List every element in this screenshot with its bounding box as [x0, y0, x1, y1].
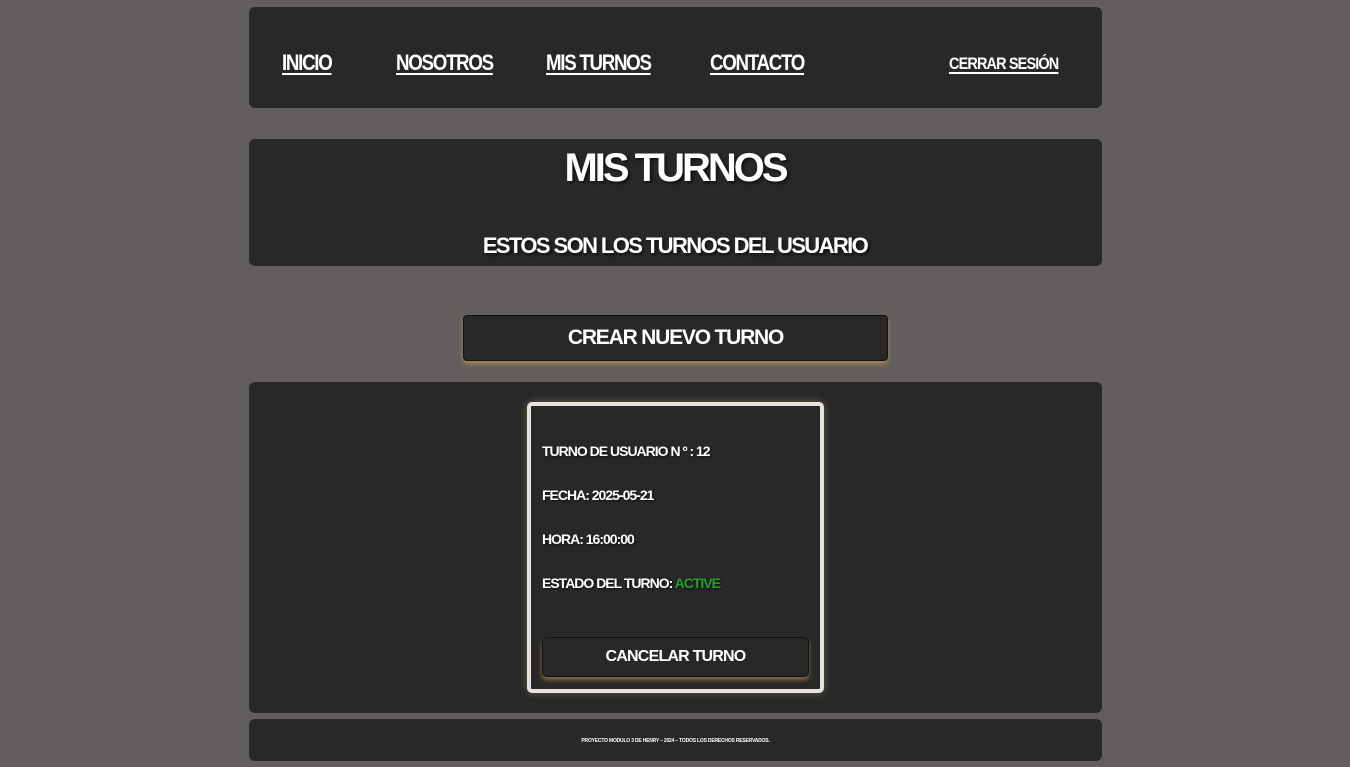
turno-number: TURNO DE USUARIO N º : 12: [542, 443, 711, 459]
turno-estado-label: ESTADO DEL TURNO:: [542, 575, 675, 591]
status-badge: ACTIVE: [674, 575, 721, 591]
nav-link-inicio[interactable]: INICIO: [282, 50, 333, 76]
footer-text: PROYECTO MODULO 3 DE HENRY – 2024 – TODO…: [581, 738, 770, 744]
turno-fecha: FECHA: 2025-05-21: [542, 487, 654, 503]
page-title: MIS TURNOS: [564, 146, 788, 190]
nav-link-mis-turnos[interactable]: MIS TURNOS: [546, 50, 652, 76]
turno-estado: ESTADO DEL TURNO: ACTIVE: [542, 575, 721, 591]
turno-card: TURNO DE USUARIO N º : 12 FECHA: 2025-05…: [527, 402, 824, 693]
create-turno-button[interactable]: CREAR NUEVO TURNO: [463, 315, 888, 361]
nav-link-contacto[interactable]: CONTACTO: [710, 50, 805, 76]
cancel-turno-button[interactable]: CANCELAR TURNO: [542, 637, 809, 677]
page-subtitle: ESTOS SON LOS TURNOS DEL USUARIO: [482, 233, 869, 258]
nav-link-nosotros[interactable]: NOSOTROS: [396, 50, 494, 76]
turno-hora: HORA: 16:00:00: [542, 531, 635, 547]
footer: PROYECTO MODULO 3 DE HENRY – 2024 – TODO…: [249, 719, 1102, 761]
navbar: INICIO NOSOTROS MIS TURNOS CONTACTO CERR…: [249, 7, 1102, 108]
logout-link[interactable]: CERRAR SESIÓN: [949, 54, 1059, 74]
